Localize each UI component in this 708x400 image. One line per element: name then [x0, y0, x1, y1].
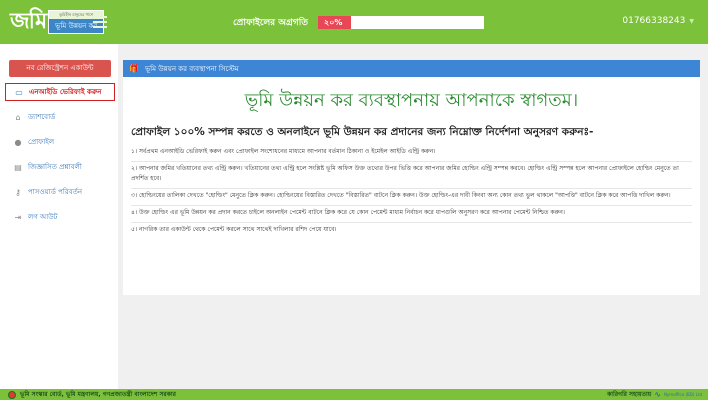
progress-label: প্রোফাইলের অগ্রগতি [233, 18, 309, 28]
hamburger-icon[interactable] [93, 13, 107, 29]
sidebar-item-label: পাসওয়ার্ড পরিবর্তন [28, 188, 83, 196]
user-menu[interactable]: 01766338243 ▼ [622, 16, 694, 26]
panel-header: 🎁 ভূমি উন্নয়ন কর ব্যবস্থাপনা সিস্টেম [123, 60, 700, 77]
sidebar-item-label: প্রোফাইল [28, 138, 55, 146]
app-logo[interactable]: জমি ভূমিহীন মানুষের পাশে ভূমি উন্নয়ন কর [10, 6, 105, 38]
progress-text: ২০% [324, 18, 343, 27]
instruction-step: ৩। হোল্ডিংয়ের তালিকা দেখতে "হোল্ডিং" মে… [131, 189, 692, 206]
footer-left: ভূমি সংস্কার বোর্ড, ভূমি মন্ত্রণালয়, গণ… [8, 389, 176, 400]
instruction-steps: ১। সর্বপ্রথম এনআইডি ভেরিফাই করুন এবং প্র… [131, 145, 692, 239]
gift-icon: 🎁 [129, 64, 139, 73]
instruction-step: ৪। উক্ত হোল্ডিং এর ভূমি উন্নয়ন কর প্রদা… [131, 206, 692, 223]
sidebar-item-label: লগ আউট [28, 213, 58, 221]
welcome-heading: ভূমি উন্নয়ন কর ব্যবস্থাপনায় আপনাকে স্ব… [244, 90, 579, 111]
logout-icon: ⇥ [14, 212, 22, 222]
sidebar-item-profile[interactable]: ● প্রোফাইল [5, 133, 115, 151]
sidebar-item-label: জিজ্ঞাসিত প্রশ্নাবলী [28, 163, 82, 171]
instruction-step: ৫। নাগরিক তার একাউন্ট থেকে পেমেন্ট করলে … [131, 226, 337, 233]
footer-support-label: কারিগরি সহায়তায় [607, 391, 652, 398]
footer-right[interactable]: কারিগরি সহায়তায় ∿ Nymoffice (BD) Ltd [607, 389, 702, 400]
footer-company: Nymoffice (BD) Ltd [663, 392, 702, 397]
key-icon: ⚷ [15, 187, 21, 197]
instruction-step: ২। আপনার জমির খতিয়ানের তথ্য এন্ট্রি করু… [131, 162, 692, 189]
home-icon: ⌂ [15, 112, 21, 122]
id-card-icon: ▭ [15, 87, 23, 97]
book-icon: ▤ [14, 162, 22, 172]
footer: ভূমি সংস্কার বোর্ড, ভূমি মন্ত্রণালয়, গণ… [0, 389, 708, 400]
footer-ministry-text: ভূমি সংস্কার বোর্ড, ভূমি মন্ত্রণালয়, গণ… [20, 391, 176, 398]
user-icon: ● [14, 137, 22, 147]
sidebar-item-faq[interactable]: ▤ জিজ্ঞাসিত প্রশ্নাবলী [5, 158, 115, 176]
new-registration-button[interactable]: নব রেজিস্ট্রেশন একাউন্ট [9, 60, 111, 77]
panel-title: ভূমি উন্নয়ন কর ব্যবস্থাপনা সিস্টেম [144, 64, 239, 73]
profile-progress: প্রোফাইলের অগ্রগতি ২০% [233, 15, 485, 30]
instructions-title: প্রোফাইল ১০০% সম্পন্ন করতে ও অনলাইনে ভূম… [131, 126, 594, 138]
user-phone: 01766338243 [622, 16, 686, 26]
main-panel: 🎁 ভূমি উন্নয়ন কর ব্যবস্থাপনা সিস্টেম ভূ… [123, 60, 700, 295]
sidebar-item-label: ড্যাশবোর্ড [28, 113, 56, 121]
top-bar: জমি ভূমিহীন মানুষের পাশে ভূমি উন্নয়ন কর… [0, 0, 708, 44]
govt-seal-icon [8, 390, 16, 399]
instruction-step: ১। সর্বপ্রথম এনআইডি ভেরিফাই করুন এবং প্র… [131, 145, 692, 162]
sidebar-item-dashboard[interactable]: ⌂ ড্যাশবোর্ড [5, 108, 115, 126]
caret-down-icon: ▼ [689, 17, 694, 25]
sidebar-item-change-password[interactable]: ⚷ পাসওয়ার্ড পরিবর্তন [5, 183, 115, 201]
sidebar-item-logout[interactable]: ⇥ লগ আউট [5, 208, 115, 226]
company-logo-icon: ∿ [654, 390, 661, 399]
sidebar-item-verify-nid[interactable]: ▭ এনআইডি ভেরিফাই করুন [5, 83, 115, 101]
progress-bar: ২০% [318, 16, 485, 29]
sidebar-item-label: এনআইডি ভেরিফাই করুন [29, 88, 102, 96]
sidebar: নব রেজিস্ট্রেশন একাউন্ট ▭ এনআইডি ভেরিফাই… [0, 44, 118, 389]
logo-text: জমি [10, 7, 47, 34]
